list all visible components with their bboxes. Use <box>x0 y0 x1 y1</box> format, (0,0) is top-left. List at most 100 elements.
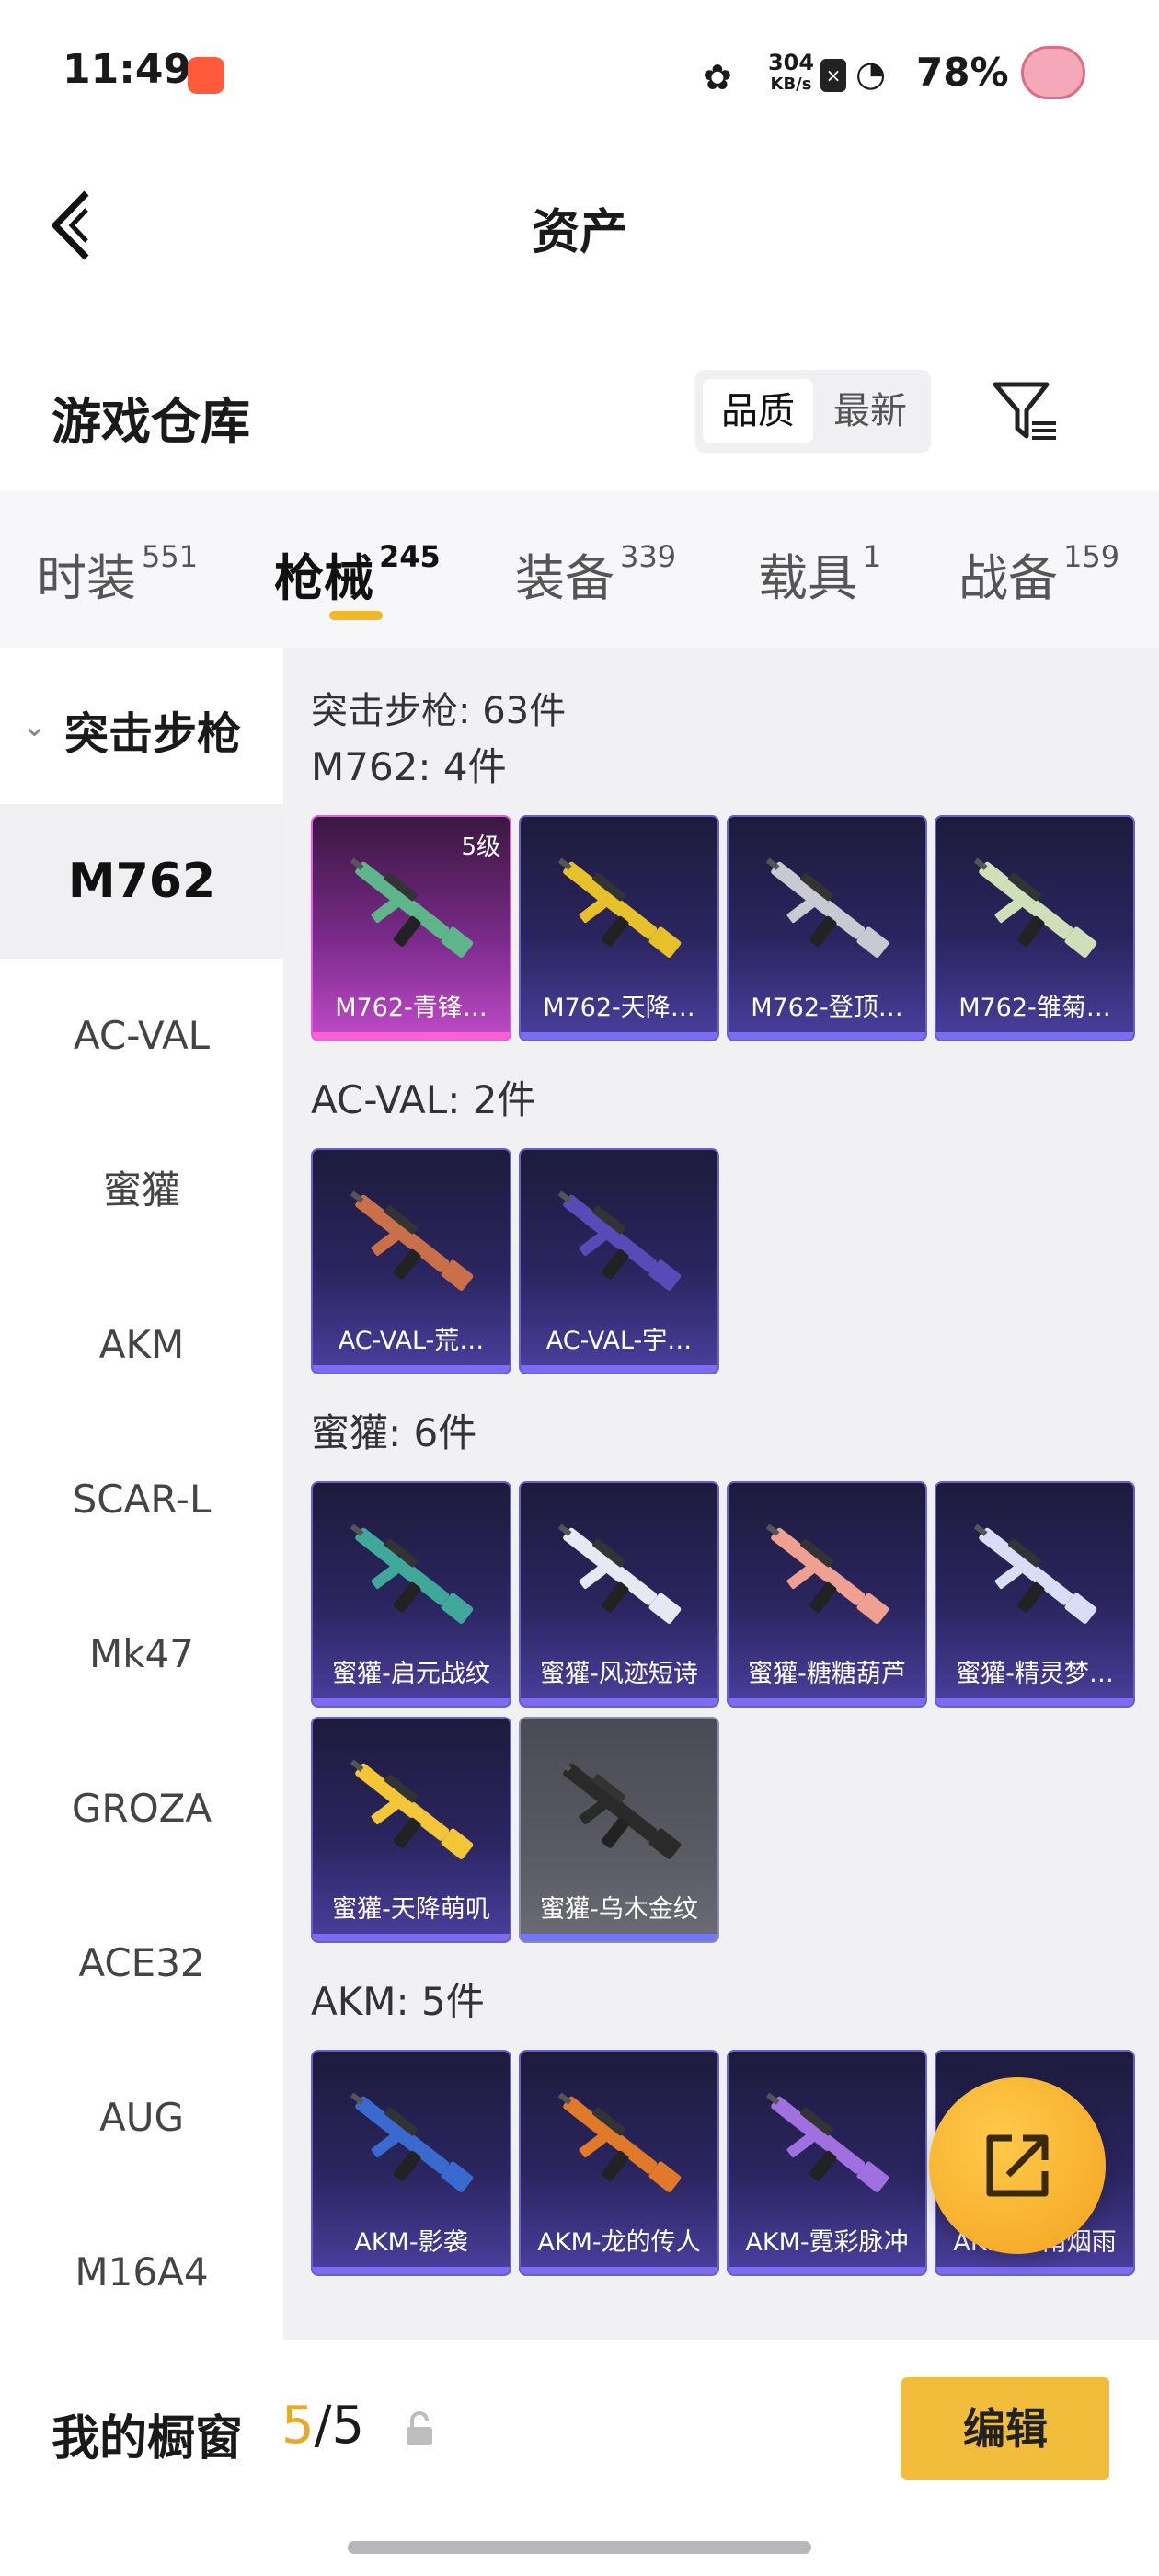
tab-label: 装备 <box>515 549 614 607</box>
tab-count: 245 <box>379 539 441 574</box>
tab-label: 时装 <box>37 549 136 607</box>
weapon-card[interactable]: M762-天降… <box>519 815 719 1041</box>
rarity-bar <box>313 1698 510 1706</box>
rarity-bar <box>521 1365 717 1373</box>
weapon-card[interactable]: 蜜獾-精灵梦… <box>935 1481 1135 1708</box>
sidebar-category[interactable]: ⌄ 突击步枪 <box>0 648 283 804</box>
sidebar-item-akm[interactable]: AKM <box>0 1268 283 1422</box>
filter-icon <box>993 382 1056 440</box>
group-title: AKM: 5件 <box>311 1979 485 2024</box>
sidebar-item-aug[interactable]: AUG <box>0 2041 283 2195</box>
rifle-icon <box>557 857 682 958</box>
chevron-down-icon: ⌄ <box>22 708 47 743</box>
rarity-bar <box>521 1032 717 1040</box>
rarity-bar <box>936 1698 1133 1706</box>
weapon-name: M762-天降… <box>543 994 695 1022</box>
share-button[interactable] <box>929 2077 1106 2254</box>
weapon-name: 蜜獾-糖糖葫芦 <box>748 1660 906 1688</box>
weapon-card[interactable]: AKM-霓彩脉冲 <box>727 2050 927 2276</box>
showcase-max: 5 <box>331 2396 365 2455</box>
rarity-bar <box>313 1032 510 1040</box>
rifle-icon <box>557 2092 682 2192</box>
tab-vehicles[interactable]: 载具 1 <box>758 537 881 610</box>
weapon-card[interactable]: 蜜獾-启元战纹 <box>311 1481 511 1708</box>
rifle-icon <box>350 1759 474 1859</box>
weapon-card[interactable]: M762-雏菊… <box>935 815 1135 1041</box>
sort-latest-button[interactable]: 最新 <box>815 379 925 443</box>
category-tabs: 时装 551 枪械 245 装备 339 载具 1 战备 159 <box>0 491 1159 648</box>
lock-icon <box>407 2411 432 2445</box>
weapon-card[interactable]: 蜜獾-天降萌叽 <box>311 1717 511 1943</box>
rifle-icon <box>557 1190 682 1291</box>
tab-label: 载具 <box>758 549 857 607</box>
network-speed-unit: KB/s <box>770 75 812 94</box>
showcase-count: 5/5 <box>281 2396 364 2455</box>
avatar <box>1021 46 1085 99</box>
tab-firearms[interactable]: 枪械 245 <box>274 537 441 610</box>
rarity-bar <box>313 1934 510 1941</box>
weapon-name: 蜜獾-精灵梦… <box>956 1660 1114 1688</box>
wifi-icon: ◔ <box>855 53 887 94</box>
sidebar-item-m762[interactable]: M762 <box>0 804 283 959</box>
rifle-icon <box>557 1524 682 1624</box>
weapon-name: AKM-霓彩脉冲 <box>745 2228 909 2257</box>
sidebar-item-ace32[interactable]: ACE32 <box>0 1886 283 2041</box>
sidebar-item-m16a4[interactable]: M16A4 <box>0 2195 283 2350</box>
tab-count: 551 <box>142 539 199 574</box>
page-title: 资产 <box>531 205 627 260</box>
tab-equipment[interactable]: 装备 339 <box>515 537 676 610</box>
filter-button[interactable] <box>990 377 1060 447</box>
showcase-label: 我的橱窗 <box>52 2411 244 2467</box>
weapon-card[interactable]: M762-登顶… <box>727 815 927 1041</box>
weapon-card[interactable]: 蜜獾-风迹短诗 <box>519 1481 719 1708</box>
rarity-bar <box>521 1934 717 1941</box>
weapon-name: M762-雏菊… <box>958 994 1111 1022</box>
rifle-icon <box>765 857 889 958</box>
rarity-bar <box>313 1365 510 1373</box>
weapon-name: AKM-龙的传人 <box>537 2228 701 2257</box>
sidebar-item-honey-badger[interactable]: 蜜獾 <box>0 1113 283 1268</box>
sidebar-item-scar-l[interactable]: SCAR-L <box>0 1422 283 1577</box>
edit-button[interactable]: 编辑 <box>901 2377 1109 2480</box>
sidebar-item-groza[interactable]: GROZA <box>0 1731 283 1886</box>
rarity-bar <box>313 2267 510 2274</box>
section-total: 突击步枪: 63件 <box>311 690 567 732</box>
weapon-card[interactable]: AC-VAL-宇… <box>519 1148 719 1374</box>
weapon-name: AKM-影袭 <box>354 2228 468 2257</box>
sort-toggle: 品质 最新 <box>695 370 931 453</box>
showcase-bar: 我的橱窗 5/5 编辑 <box>0 2340 1159 2576</box>
rarity-bar <box>729 1032 925 1040</box>
rifle-icon <box>973 1524 1097 1624</box>
rarity-bar <box>936 2267 1133 2274</box>
rarity-bar <box>936 1032 1133 1040</box>
weapon-card[interactable]: 蜜獾-乌木金纹 <box>519 1717 719 1943</box>
tab-count: 159 <box>1063 539 1120 574</box>
weapon-name: AC-VAL-宇… <box>545 1327 693 1355</box>
sort-quality-button[interactable]: 品质 <box>703 379 813 443</box>
group-title: M762: 4件 <box>311 744 507 789</box>
status-time: 11:49 <box>63 46 192 93</box>
rifle-icon <box>350 2092 474 2192</box>
rifle-icon <box>765 1524 889 1624</box>
weapon-card[interactable]: 5级 M762-青锋… <box>311 815 511 1041</box>
showcase-current: 5 <box>281 2396 315 2455</box>
tab-gear[interactable]: 战备 159 <box>958 537 1119 610</box>
group-title: 蜜獾: 6件 <box>311 1410 477 1455</box>
home-indicator <box>348 2541 811 2554</box>
tab-label: 战备 <box>958 549 1058 607</box>
tab-count: 339 <box>620 539 677 574</box>
weapon-name: 蜜獾-风迹短诗 <box>540 1660 698 1688</box>
tab-fashion[interactable]: 时装 551 <box>37 537 198 610</box>
weapon-card[interactable]: AKM-龙的传人 <box>519 2050 719 2276</box>
sidebar-item-mk47[interactable]: Mk47 <box>0 1577 283 1731</box>
weapon-card[interactable]: AKM-影袭 <box>311 2050 511 2276</box>
sim-off-icon: × <box>820 59 846 92</box>
sidebar-item-ac-val[interactable]: AC-VAL <box>0 959 283 1113</box>
rifle-icon <box>350 857 474 958</box>
weapon-card[interactable]: AC-VAL-荒… <box>311 1148 511 1374</box>
weapon-name: M762-登顶… <box>751 994 903 1022</box>
showcase-separator: / <box>314 2396 332 2455</box>
share-icon <box>986 2134 1049 2197</box>
weapon-card[interactable]: 蜜獾-糖糖葫芦 <box>727 1481 927 1708</box>
warehouse-title: 游戏仓库 <box>52 393 250 451</box>
